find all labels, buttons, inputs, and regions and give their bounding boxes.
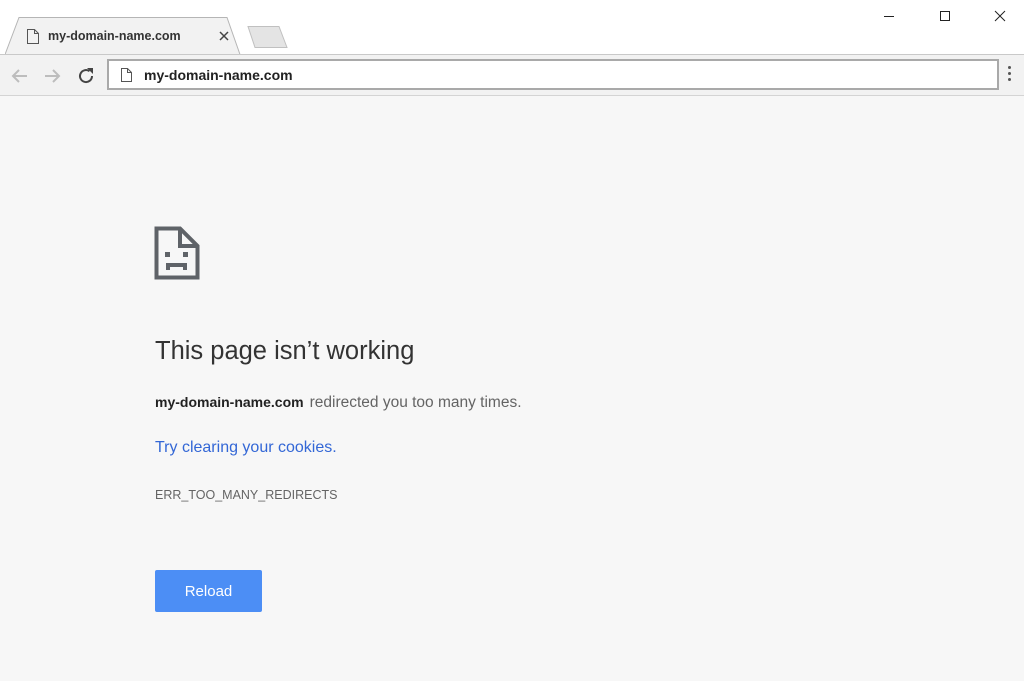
forward-arrow-icon (45, 69, 61, 83)
reload-page-button[interactable]: Reload (155, 570, 262, 612)
minimize-icon (884, 16, 894, 17)
title-bar: my-domain-name.com (0, 0, 1024, 55)
maximize-icon (940, 11, 950, 21)
forward-button[interactable] (40, 64, 64, 88)
clear-cookies-link[interactable]: Try clearing your cookies. (155, 439, 337, 457)
error-domain: my-domain-name.com (155, 394, 304, 410)
tab-close-icon[interactable] (218, 30, 230, 42)
close-icon (994, 10, 1006, 22)
error-description: my-domain-name.com redirected you too man… (155, 394, 522, 412)
menu-dots-icon[interactable] (1002, 63, 1016, 87)
browser-toolbar: my-domain-name.com (0, 54, 1024, 96)
sad-page-icon (154, 226, 200, 280)
address-bar[interactable]: my-domain-name.com (107, 59, 999, 90)
address-url: my-domain-name.com (144, 67, 293, 83)
reload-icon (79, 68, 94, 84)
minimize-button[interactable] (866, 0, 912, 32)
error-message: redirected you too many times. (309, 394, 522, 411)
reload-button[interactable] (74, 64, 98, 88)
error-code: ERR_TOO_MANY_REDIRECTS (155, 488, 338, 502)
back-arrow-icon (11, 69, 27, 83)
window-close-button[interactable] (977, 0, 1023, 32)
new-tab-button[interactable] (245, 26, 289, 48)
maximize-button[interactable] (922, 0, 968, 32)
error-title: This page isn’t working (155, 337, 415, 365)
browser-tab[interactable]: my-domain-name.com (5, 17, 241, 55)
page-icon (27, 29, 39, 44)
tab-title: my-domain-name.com (48, 29, 181, 43)
back-button[interactable] (8, 64, 32, 88)
page-icon (121, 68, 132, 82)
